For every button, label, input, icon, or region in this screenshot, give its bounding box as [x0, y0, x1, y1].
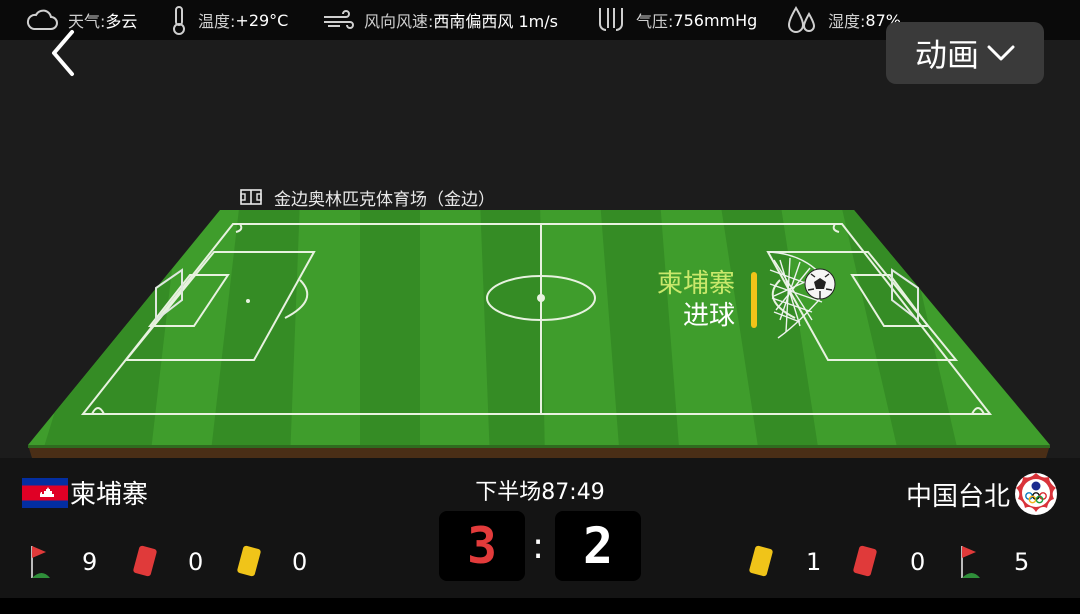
- thermometer-icon: [173, 6, 185, 35]
- event-team: 柬埔寨: [656, 269, 735, 299]
- corner-flag-icon: [31, 546, 50, 578]
- bottom-edge: [0, 598, 1080, 614]
- water-drops-icon: [787, 6, 816, 33]
- event-marker: [751, 272, 757, 328]
- temperature-value: +29°C: [235, 10, 289, 30]
- away-corners-stat: 5: [958, 540, 1029, 584]
- corner-flag-icon: [961, 546, 980, 578]
- wind-icon: [324, 10, 354, 29]
- home-corners-count: 9: [82, 548, 98, 576]
- back-button[interactable]: [44, 28, 84, 78]
- temperature-item: 温度: +29°C: [170, 0, 288, 40]
- home-corners-stat: 9: [28, 540, 97, 584]
- home-red-cards-stat: 0: [130, 540, 203, 584]
- away-team[interactable]: 中国台北: [906, 472, 1058, 516]
- away-yellow-cards-stat: 1: [746, 540, 821, 584]
- home-yellow-cards-stat: 0: [234, 540, 307, 584]
- weather-value: 多云: [105, 12, 138, 31]
- wind-item: 风向风速: 西南偏西风 1m/s: [322, 0, 558, 40]
- temperature-label: 温度:: [198, 12, 236, 31]
- away-red-cards-count: 0: [910, 548, 926, 576]
- score-separator: :: [532, 526, 545, 567]
- chevron-down-icon: [987, 45, 1015, 61]
- football-pitch: [28, 210, 1050, 458]
- red-card-icon: [133, 545, 157, 577]
- humidity-item: 湿度: 87%: [786, 0, 901, 40]
- pressure-value: 756mmHg: [673, 10, 758, 30]
- animation-dropdown-button[interactable]: 动画: [886, 22, 1044, 84]
- goal-event: 柬埔寨 进球: [640, 268, 735, 332]
- soccer-ball-icon: [804, 268, 836, 300]
- away-team-name: 中国台北: [905, 481, 1010, 512]
- wind-value: 西南偏西风 1m/s: [433, 12, 558, 31]
- chevron-left-icon: [52, 30, 74, 76]
- home-score: 3: [439, 511, 525, 581]
- wind-label: 风向风速:: [364, 12, 434, 31]
- humidity-label: 湿度:: [828, 12, 866, 31]
- red-card-icon: [853, 545, 877, 577]
- away-score: 2: [555, 511, 641, 581]
- match-period-time: 下半场87:49: [475, 480, 605, 505]
- pressure-icon: [599, 8, 623, 31]
- pressure-label: 气压:: [636, 12, 674, 31]
- cambodia-flag-icon: [22, 477, 68, 508]
- away-yellow-cards-count: 1: [806, 548, 822, 576]
- away-red-cards-stat: 0: [850, 540, 925, 584]
- home-team-name: 柬埔寨: [70, 480, 149, 510]
- home-team[interactable]: 柬埔寨: [22, 474, 148, 511]
- chinese-taipei-olympic-flag-icon: [1015, 473, 1057, 515]
- yellow-card-icon: [237, 545, 261, 577]
- yellow-card-icon: [749, 545, 773, 577]
- pressure-item: 气压: 756mmHg: [596, 0, 757, 40]
- home-red-cards-count: 0: [188, 548, 204, 576]
- event-action: 进球: [682, 301, 735, 331]
- away-corners-count: 5: [1014, 548, 1030, 576]
- home-yellow-cards-count: 0: [292, 548, 308, 576]
- animation-label: 动画: [914, 36, 979, 74]
